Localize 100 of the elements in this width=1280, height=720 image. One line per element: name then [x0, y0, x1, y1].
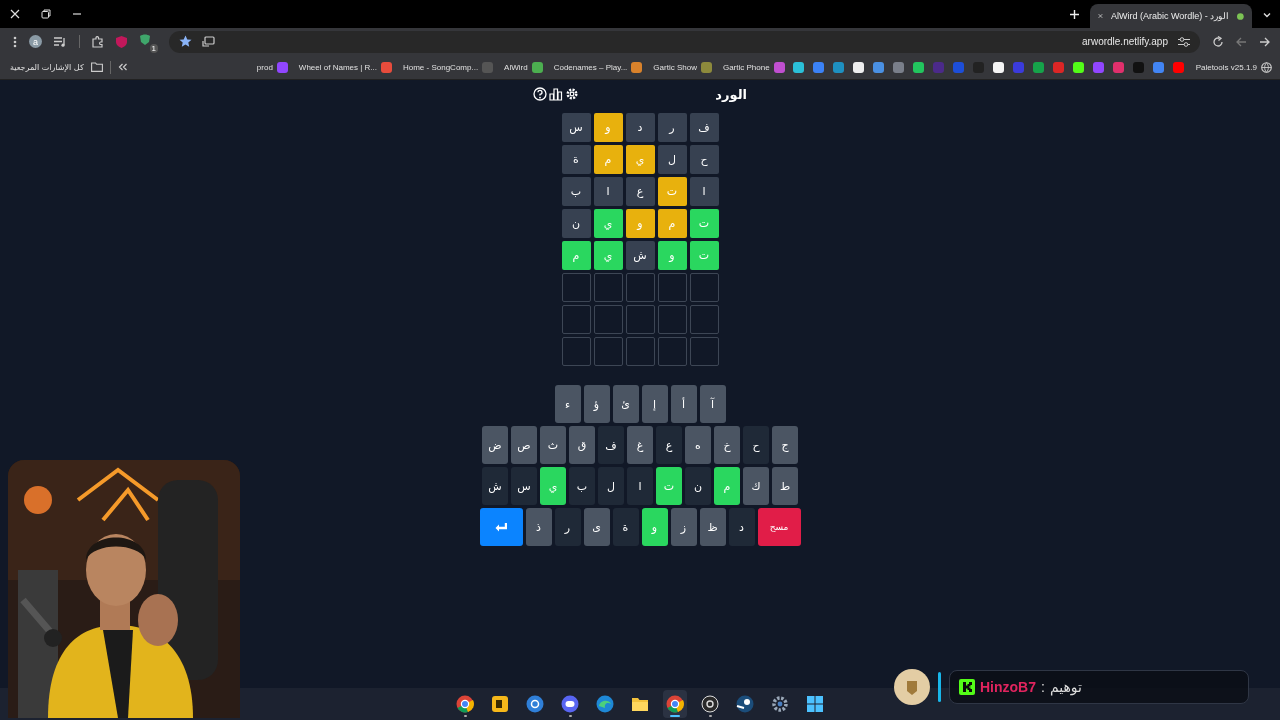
tab-title: AlWird (Arabic Wordle) - الورد	[1110, 11, 1230, 21]
key-button[interactable]: ح	[743, 426, 769, 464]
key-button[interactable]: ف	[598, 426, 624, 464]
key-button[interactable]: ن	[685, 467, 711, 505]
wave-icon	[596, 695, 614, 713]
game-title: الورد	[715, 86, 747, 102]
key-button[interactable]: ئ	[612, 385, 639, 423]
letter-tile: س	[561, 113, 591, 142]
extension-icon[interactable]	[139, 33, 151, 45]
globe-icon[interactable]	[1261, 61, 1272, 73]
letter-tile: ف	[689, 113, 719, 142]
star-icon[interactable]	[179, 35, 192, 48]
taskbar-button[interactable]	[663, 690, 687, 718]
address-bar[interactable]: arwordle.netlify.app	[169, 30, 1200, 53]
folder-icon[interactable]	[90, 62, 103, 72]
delete-button[interactable]: مسح	[757, 508, 801, 546]
enter-button[interactable]	[479, 508, 523, 546]
bookmark-icon[interactable]	[792, 61, 804, 73]
letter-tile: م	[593, 145, 623, 174]
restore-icon[interactable]	[41, 9, 51, 19]
help-icon[interactable]	[533, 87, 547, 101]
stats-icon[interactable]	[549, 87, 563, 101]
aperture-icon	[701, 695, 719, 713]
bookmark-link[interactable]: AlWird	[504, 62, 528, 72]
letter-tile: ت	[689, 241, 719, 270]
letter-tile: د	[625, 113, 655, 142]
avatar-icon	[894, 669, 930, 705]
playlist-icon[interactable]	[54, 36, 67, 47]
key-button[interactable]: آ	[699, 385, 726, 423]
reload-icon[interactable]	[1212, 35, 1224, 48]
empty-tile	[625, 273, 655, 302]
letter-tile: ت	[689, 209, 719, 238]
bookmark-link[interactable]: Codenames – Play...	[553, 62, 628, 72]
key-button[interactable]: ى	[583, 508, 610, 546]
menu-icon[interactable]	[13, 35, 17, 48]
screen-icon[interactable]	[202, 35, 215, 48]
bookmark-link[interactable]: Paletools v25.1.9	[1195, 62, 1257, 72]
key-button[interactable]: ؤ	[583, 385, 610, 423]
letter-tile: و	[657, 241, 687, 270]
key-button[interactable]: س	[511, 467, 537, 505]
letter-tile: ت	[657, 177, 687, 206]
bookmark-link[interactable]: Home - SongComp...	[402, 62, 479, 72]
key-button[interactable]: ه	[685, 426, 711, 464]
url-text: arwordle.netlify.app	[1082, 36, 1168, 47]
bookmark-link[interactable]: prod	[256, 62, 273, 72]
browser-tab[interactable]: AlWird (Arabic Wordle) - الورد	[1090, 4, 1252, 28]
tune-icon[interactable]	[1178, 36, 1190, 47]
new-tab-icon[interactable]	[1069, 9, 1080, 20]
key-button[interactable]: ء	[554, 385, 581, 423]
empty-tile	[593, 337, 623, 366]
settings-icon[interactable]	[565, 87, 579, 101]
key-button[interactable]: ظ	[699, 508, 726, 546]
key-button[interactable]: خ	[714, 426, 740, 464]
chat-separator: :	[1041, 679, 1045, 695]
key-button[interactable]: ج	[772, 426, 798, 464]
close-icon[interactable]	[10, 9, 20, 19]
letter-tile: ي	[593, 241, 623, 270]
bookmark-icon[interactable]	[852, 61, 864, 73]
key-button[interactable]: ش	[482, 467, 508, 505]
letter-tile: ل	[657, 145, 687, 174]
bookmark-icon[interactable]	[1072, 61, 1084, 73]
key-button[interactable]: أ	[670, 385, 697, 423]
letter-tile: ن	[561, 209, 591, 238]
back-arrow-icon[interactable]	[1236, 36, 1247, 47]
windows-icon	[806, 695, 824, 713]
key-button[interactable]: ع	[656, 426, 682, 464]
kick-badge-icon	[959, 679, 975, 695]
double-chevron-icon[interactable]	[117, 63, 128, 71]
key-button[interactable]: ز	[670, 508, 697, 546]
puzzle-icon[interactable]	[92, 35, 104, 48]
bookmark-link[interactable]: Gartic Show	[653, 62, 697, 72]
key-button[interactable]: ا	[627, 467, 653, 505]
letter-tile: ي	[593, 209, 623, 238]
forward-arrow-icon[interactable]	[1259, 36, 1270, 47]
bookmark-icon[interactable]	[912, 61, 924, 73]
empty-tile	[625, 337, 655, 366]
empty-tile	[657, 305, 687, 334]
key-button[interactable]: ة	[612, 508, 639, 546]
key-button[interactable]: ق	[569, 426, 595, 464]
key-button[interactable]: غ	[627, 426, 653, 464]
key-button[interactable]: إ	[641, 385, 668, 423]
key-button[interactable]: ذ	[525, 508, 552, 546]
letter-tile: ر	[657, 113, 687, 142]
key-button[interactable]: ك	[743, 467, 769, 505]
bookmark-link[interactable]: Gartic Phone	[722, 62, 770, 72]
key-button[interactable]: ص	[511, 426, 537, 464]
bookmark-icon[interactable]	[992, 61, 1004, 73]
bookmarks-folder[interactable]: كل الإشارات المرجعية	[10, 62, 84, 72]
browser-icon	[666, 695, 684, 713]
key-button[interactable]: ب	[569, 467, 595, 505]
key-button[interactable]: ث	[540, 426, 566, 464]
key-button[interactable]: د	[728, 508, 755, 546]
letter-tile: م	[561, 241, 591, 270]
key-button[interactable]: ر	[554, 508, 581, 546]
bookmark-link[interactable]: Wheel of Names | R...	[298, 62, 377, 72]
folder-icon	[631, 695, 649, 713]
key-button[interactable]: ط	[772, 467, 798, 505]
chat-app-icon	[561, 695, 579, 713]
key-button[interactable]: ل	[598, 467, 624, 505]
key-button[interactable]: ض	[482, 426, 508, 464]
